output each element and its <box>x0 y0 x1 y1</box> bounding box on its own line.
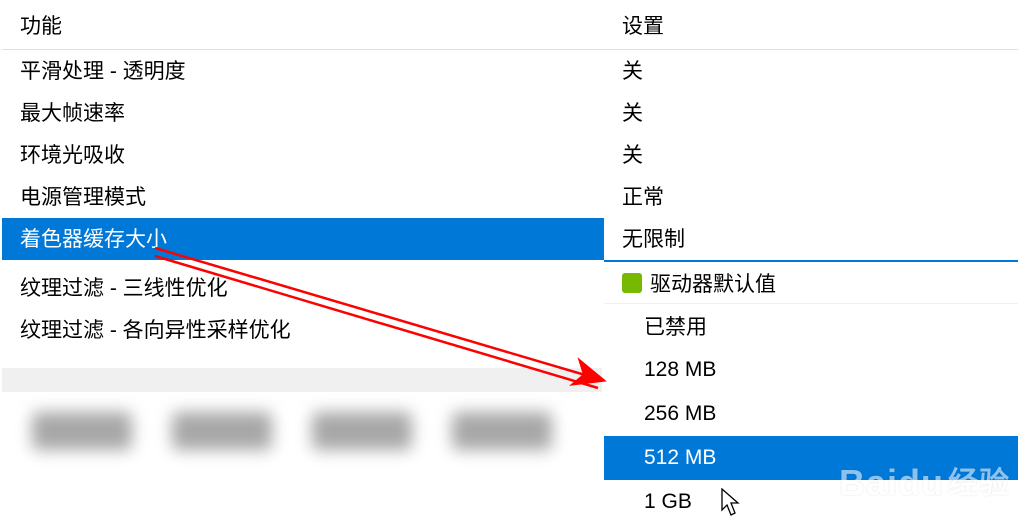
row-label: 环境光吸收 <box>2 134 604 176</box>
settings-panel: 功能 设置 平滑处理 - 透明度 关 最大帧速率 关 环境光吸收 关 电源管理模… <box>0 0 1018 522</box>
option-label: 256 MB <box>644 402 716 426</box>
row-value: 无限制 <box>604 218 1018 260</box>
option-label: 1 GB <box>644 490 692 514</box>
nvidia-icon <box>622 273 642 293</box>
table-row[interactable]: 纹理过滤 - 各向异性采样优化 <box>2 308 604 350</box>
header-setting: 设置 <box>604 10 1018 40</box>
settings-rows: 平滑处理 - 透明度 关 最大帧速率 关 环境光吸收 关 电源管理模式 正常 着… <box>2 50 1018 260</box>
table-row[interactable]: 环境光吸收 关 <box>2 134 1018 176</box>
option-label: 已禁用 <box>644 311 707 341</box>
scrollbar-track[interactable] <box>2 368 602 392</box>
row-label: 着色器缓存大小 <box>2 218 604 260</box>
watermark-brand: Baidu <box>839 462 944 503</box>
watermark: Baidu经验 jingyan.baidu.com <box>839 458 1010 518</box>
blurred-toolbar <box>2 412 602 472</box>
row-label: 纹理过滤 - 各向异性采样优化 <box>20 314 291 344</box>
table-row[interactable]: 纹理过滤 - 三线性优化 <box>2 266 604 308</box>
row-value: 关 <box>604 50 1018 92</box>
header-function: 功能 <box>2 10 604 40</box>
table-row-selected[interactable]: 着色器缓存大小 无限制 <box>2 218 1018 260</box>
row-label: 最大帧速率 <box>2 92 604 134</box>
watermark-suffix: 经验 <box>948 467 1010 500</box>
dropdown-default-label: 驱动器默认值 <box>650 268 776 298</box>
option-label: 512 MB <box>644 446 716 470</box>
row-value: 正常 <box>604 176 1018 218</box>
row-value: 关 <box>604 134 1018 176</box>
row-label: 电源管理模式 <box>2 176 604 218</box>
left-under-rows: 纹理过滤 - 三线性优化 纹理过滤 - 各向异性采样优化 <box>2 266 604 350</box>
dropdown-option[interactable]: 已禁用 <box>604 304 1018 348</box>
row-label: 纹理过滤 - 三线性优化 <box>20 272 228 302</box>
table-header: 功能 设置 <box>2 0 1018 50</box>
table-row[interactable]: 平滑处理 - 透明度 关 <box>2 50 1018 92</box>
dropdown-default-row[interactable]: 驱动器默认值 <box>604 262 1018 304</box>
dropdown-option[interactable]: 256 MB <box>604 392 1018 436</box>
dropdown-option[interactable]: 128 MB <box>604 348 1018 392</box>
row-label: 平滑处理 - 透明度 <box>2 50 604 92</box>
table-row[interactable]: 最大帧速率 关 <box>2 92 1018 134</box>
option-label: 128 MB <box>644 358 716 382</box>
row-value: 关 <box>604 92 1018 134</box>
table-row[interactable]: 电源管理模式 正常 <box>2 176 1018 218</box>
